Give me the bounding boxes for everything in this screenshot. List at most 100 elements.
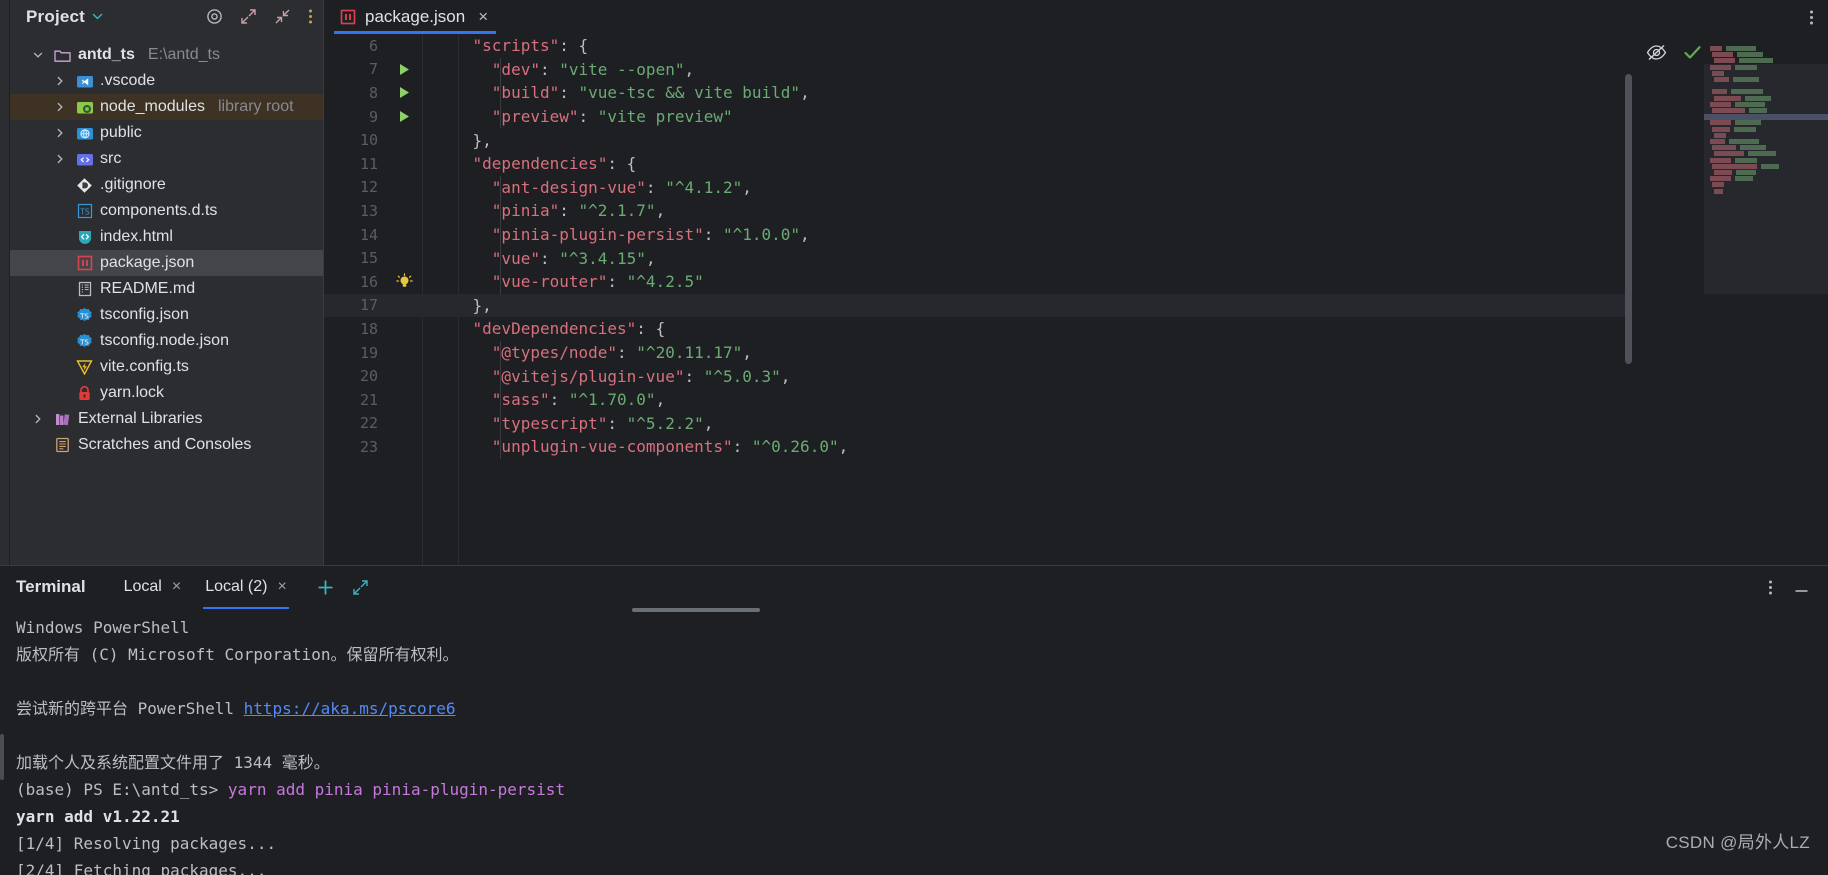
editor-tab-label: package.json bbox=[365, 7, 466, 26]
tree-item-index-html[interactable]: index.html bbox=[10, 224, 323, 250]
editor-tab-package-json[interactable]: package.json × bbox=[324, 0, 503, 34]
run-icon[interactable] bbox=[386, 62, 422, 77]
terminal-scrollbar-thumb[interactable] bbox=[0, 734, 4, 780]
close-icon[interactable]: × bbox=[478, 7, 488, 27]
code-text: "ant-design-vue": "^4.1.2", bbox=[491, 177, 752, 197]
tsconfig-icon: TS bbox=[75, 306, 94, 325]
terminal-line: 版权所有 (C) Microsoft Corporation。保留所有权利。 bbox=[16, 645, 459, 664]
line-number: 9 bbox=[368, 107, 378, 126]
code-line[interactable]: 16 "vue-router": "^4.2.5" bbox=[324, 270, 1632, 294]
code-line[interactable]: 20 "@vitejs/plugin-vue": "^5.0.3", bbox=[324, 364, 1632, 388]
markdown-icon bbox=[75, 280, 94, 299]
chevron-right-icon[interactable] bbox=[54, 127, 69, 139]
code-line[interactable]: 23 "unplugin-vue-components": "^0.26.0", bbox=[324, 435, 1632, 459]
code-text: "pinia": "^2.1.7", bbox=[491, 201, 666, 221]
tree-item-label: External Libraries bbox=[78, 410, 203, 427]
minimap-token bbox=[1726, 46, 1756, 51]
line-number: 23 bbox=[359, 437, 378, 456]
code-text: "build": "vue-tsc && vite build", bbox=[491, 83, 810, 103]
minimap-token bbox=[1712, 70, 1724, 76]
tree-item-vscode[interactable]: .vscode bbox=[10, 68, 323, 94]
svg-text:TS: TS bbox=[79, 338, 89, 346]
tree-item-components-d-ts[interactable]: TS components.d.ts bbox=[10, 198, 323, 224]
terminal-scrollbar[interactable] bbox=[0, 608, 4, 875]
code-line[interactable]: 12 "ant-design-vue": "^4.1.2", bbox=[324, 176, 1632, 200]
minimap-token bbox=[1712, 89, 1727, 95]
tree-item-scratches-and-consoles[interactable]: Scratches and Consoles bbox=[10, 432, 323, 458]
json-npm-icon bbox=[340, 9, 356, 25]
terminal-line: yarn add v1.22.21 bbox=[16, 803, 1828, 830]
editor-vertical-scrollbar[interactable] bbox=[1625, 74, 1632, 364]
more-vertical-icon[interactable] bbox=[1809, 9, 1814, 26]
chevron-down-icon[interactable] bbox=[32, 49, 47, 61]
code-line[interactable]: 18 "devDependencies": { bbox=[324, 317, 1632, 341]
chevron-down-icon[interactable] bbox=[91, 10, 104, 23]
code-line[interactable]: 7 "dev": "vite --open", bbox=[324, 58, 1632, 82]
minimize-icon[interactable] bbox=[1793, 579, 1810, 596]
code-line[interactable]: 15 "vue": "^3.4.15", bbox=[324, 246, 1632, 270]
code-line[interactable]: 17 }, bbox=[324, 293, 1632, 318]
minimap-token bbox=[1712, 126, 1730, 132]
run-icon[interactable] bbox=[386, 85, 422, 100]
code-line[interactable]: 8 "build": "vue-tsc && vite build", bbox=[324, 81, 1632, 105]
terminal-output[interactable]: Windows PowerShell 版权所有 (C) Microsoft Cor… bbox=[0, 608, 1828, 875]
line-number: 22 bbox=[359, 414, 378, 433]
tree-item-tsconfig-json[interactable]: TS tsconfig.json bbox=[10, 302, 323, 328]
terminal-tab-local-2[interactable]: Local (2) × bbox=[197, 574, 295, 609]
terminal-resize-handle[interactable] bbox=[632, 608, 760, 612]
tree-item-yarn-lock[interactable]: yarn.lock bbox=[10, 380, 323, 406]
tree-item-antd_ts[interactable]: antd_ts E:\antd_ts bbox=[10, 42, 323, 68]
code-line[interactable]: 22 "typescript": "^5.2.2", bbox=[324, 412, 1632, 436]
editor-minimap[interactable] bbox=[1704, 42, 1828, 565]
plus-icon[interactable] bbox=[317, 579, 334, 596]
tree-item-node_modules[interactable]: node_modules library root bbox=[10, 94, 323, 120]
collapse-arrows-icon[interactable] bbox=[274, 8, 291, 25]
tree-item-gitignore[interactable]: .gitignore bbox=[10, 172, 323, 198]
tree-item-package-json[interactable]: package.json bbox=[10, 250, 323, 276]
tree-item-label: node_modules bbox=[100, 98, 205, 115]
code-line[interactable]: 19 "@types/node": "^20.11.17", bbox=[324, 341, 1632, 365]
chevron-right-icon[interactable] bbox=[54, 153, 69, 165]
close-icon[interactable]: × bbox=[172, 578, 181, 596]
code-line[interactable]: 13 "pinia": "^2.1.7", bbox=[324, 199, 1632, 223]
tree-item-tsconfig-node-json[interactable]: TS tsconfig.node.json bbox=[10, 328, 323, 354]
code-line[interactable]: 21 "sass": "^1.70.0", bbox=[324, 388, 1632, 412]
more-vertical-icon[interactable] bbox=[1768, 579, 1773, 596]
close-icon[interactable]: × bbox=[277, 578, 286, 596]
code-line[interactable]: 14 "pinia-plugin-persist": "^1.0.0", bbox=[324, 223, 1632, 247]
expand-arrows-icon[interactable] bbox=[240, 8, 257, 25]
more-vertical-icon[interactable] bbox=[308, 8, 313, 25]
tree-item-external-libraries[interactable]: External Libraries bbox=[10, 406, 323, 432]
minimap-token bbox=[1712, 182, 1724, 188]
minimap-token bbox=[1712, 145, 1736, 151]
terminal-title: Terminal bbox=[16, 577, 86, 596]
tree-item-readme[interactable]: README.md bbox=[10, 276, 323, 302]
code-line[interactable]: 6 "scripts": { bbox=[324, 34, 1632, 58]
libraries-icon bbox=[53, 410, 72, 429]
tree-item-src[interactable]: src bbox=[10, 146, 323, 172]
code-line[interactable]: 11 "dependencies": { bbox=[324, 152, 1632, 176]
code-editor[interactable]: 6 "scripts": {7 "dev": "vite --open", 8 "… bbox=[324, 34, 1632, 565]
minimap-token bbox=[1710, 101, 1731, 107]
left-tool-strip[interactable] bbox=[0, 0, 10, 565]
chevron-right-icon[interactable] bbox=[54, 75, 69, 87]
hide-inspections-icon[interactable] bbox=[1646, 44, 1667, 61]
terminal-tab-local[interactable]: Local × bbox=[116, 574, 190, 600]
minimap-token bbox=[1735, 176, 1753, 182]
project-panel-title[interactable]: Project bbox=[26, 7, 85, 27]
terminal-span[interactable]: https://aka.ms/pscore6 bbox=[244, 699, 456, 718]
run-icon[interactable] bbox=[386, 109, 422, 124]
minimap-token bbox=[1710, 64, 1731, 70]
code-line[interactable]: 9 "preview": "vite preview" bbox=[324, 105, 1632, 129]
code-line[interactable]: 10 }, bbox=[324, 128, 1632, 152]
target-icon[interactable] bbox=[206, 8, 223, 25]
chevron-right-icon[interactable] bbox=[32, 413, 47, 425]
lightbulb-icon[interactable] bbox=[386, 273, 422, 290]
no-problems-check-icon[interactable] bbox=[1683, 44, 1702, 61]
chevron-right-icon[interactable] bbox=[54, 101, 69, 113]
expand-arrows-icon[interactable] bbox=[352, 579, 369, 596]
line-number: 6 bbox=[368, 36, 378, 55]
tree-item-vite-config[interactable]: vite.config.ts bbox=[10, 354, 323, 380]
tree-item-public[interactable]: public bbox=[10, 120, 323, 146]
